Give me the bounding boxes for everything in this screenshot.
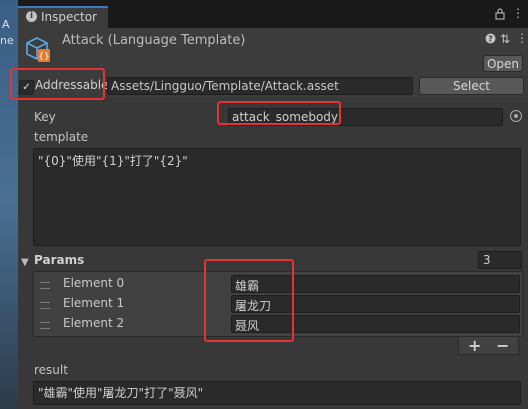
open-button[interactable]: Open <box>483 55 523 72</box>
asset-title: Attack (Language Template) <box>62 33 246 48</box>
preset-icon[interactable]: ⇅ <box>500 32 510 46</box>
result-label: result <box>34 363 68 377</box>
template-textarea[interactable]: "{0}"使用"{1}"打了"{2}" <box>33 148 521 246</box>
language-template-asset-icon: {} <box>24 34 52 64</box>
tab-label: Inspector <box>41 10 97 24</box>
drag-handle-icon[interactable] <box>40 322 50 329</box>
address-path-field[interactable]: Assets/Lingguo/Template/Attack.asset <box>107 77 413 95</box>
scene-fragment-text: ne <box>0 34 14 47</box>
lock-icon[interactable] <box>495 8 505 23</box>
highlight-key <box>217 101 341 125</box>
info-icon: i <box>26 11 37 22</box>
params-label[interactable]: Params <box>34 253 84 267</box>
element-label: Element 2 <box>63 316 125 330</box>
tab-menu-icon[interactable]: ⋮ <box>512 6 524 20</box>
params-size-field[interactable]: 3 <box>478 251 522 269</box>
key-picker-icon[interactable] <box>510 110 522 122</box>
svg-text:?: ? <box>488 35 493 44</box>
add-element-button[interactable]: + <box>468 336 481 355</box>
highlight-params <box>204 259 294 342</box>
highlight-addressable <box>10 68 105 100</box>
more-icon[interactable]: ⋮ <box>516 31 528 45</box>
drag-handle-icon[interactable] <box>40 302 50 309</box>
help-icon[interactable]: ? <box>485 33 496 47</box>
result-field[interactable]: "雄霸"使用"屠龙刀"打了"聂风" <box>33 381 521 405</box>
element-label: Element 1 <box>63 296 125 310</box>
params-foldout-arrow-icon[interactable]: ▼ <box>21 257 29 268</box>
drag-handle-icon[interactable] <box>40 282 50 289</box>
key-label: Key <box>34 110 56 124</box>
remove-element-button[interactable]: − <box>496 336 509 355</box>
element-label: Element 0 <box>63 276 125 290</box>
svg-text:{}: {} <box>38 52 49 62</box>
select-button[interactable]: Select <box>419 77 524 95</box>
scene-view-strip: ne A <box>0 0 18 409</box>
template-label: template <box>34 130 89 144</box>
tab-inspector[interactable]: i Inspector <box>18 6 108 28</box>
